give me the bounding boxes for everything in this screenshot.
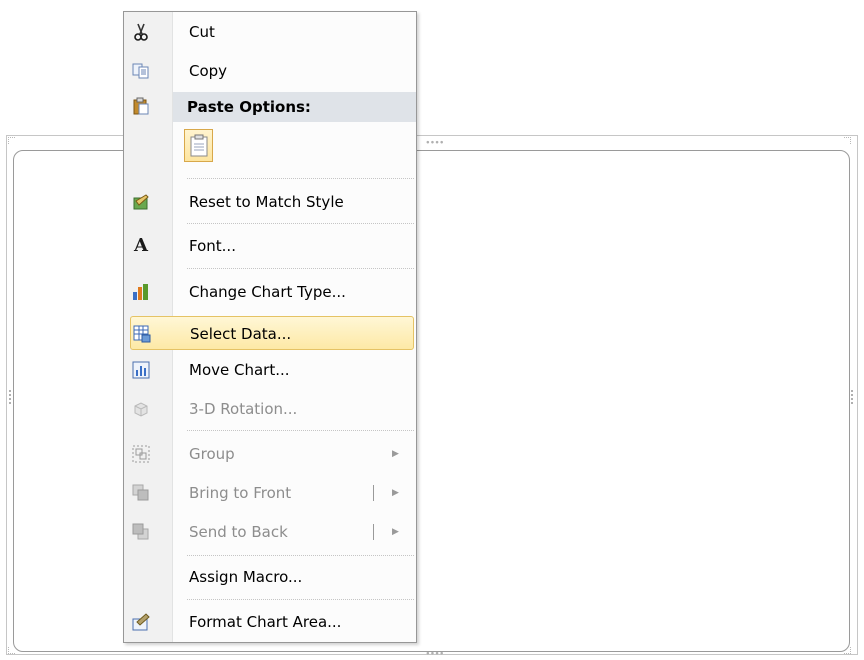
paste-keep-formatting-button[interactable] [184,129,213,162]
menu-separator [187,599,414,600]
group-icon [132,445,150,463]
select-data-icon [133,325,151,343]
submenu-arrow-icon[interactable]: ▶ [392,515,399,549]
resize-handle-top[interactable]: ∙∙∙∙ [425,139,445,148]
menu-item-select-data[interactable]: Select Data... [130,316,414,350]
menu-item-format-chart-area[interactable]: Format Chart Area... [126,605,414,639]
send-to-back-icon [132,523,150,541]
resize-handle-bottom-left[interactable] [8,647,15,654]
menu-separator [187,268,414,269]
scissors-icon [132,23,150,41]
menu-item-cut[interactable]: Cut [126,15,414,49]
menu-separator [187,555,414,556]
chart-type-icon [132,283,150,301]
resize-handle-bottom-right[interactable] [844,647,851,654]
menu-separator [187,430,414,431]
menu-item-assign-macro[interactable]: Assign Macro... [126,560,414,594]
menu-item-send-to-back[interactable]: Send to Back ▶ [126,515,414,549]
resize-handle-left[interactable] [9,390,13,406]
bring-to-front-icon [132,484,150,502]
menu-item-group[interactable]: Group ▶ [126,437,414,471]
resize-handle-right[interactable] [851,390,855,406]
copy-icon [132,62,150,80]
font-icon: A [134,235,148,256]
cube-icon [132,400,150,418]
menu-separator [187,223,414,224]
reset-style-icon [132,193,150,211]
paste-options-header: Paste Options: [173,92,416,122]
submenu-arrow-icon: ▶ [392,449,399,459]
paste-icon [132,97,150,115]
resize-handle-bottom[interactable]: ∙∙∙∙ [425,650,445,659]
clipboard-icon [189,134,209,162]
menu-item-move-chart[interactable]: Move Chart... [126,353,414,387]
context-menu: Cut Copy Paste Options: Reset to Match S… [123,11,417,643]
submenu-arrow-icon[interactable]: ▶ [392,476,399,510]
menu-item-font[interactable]: A Font... [126,229,414,263]
menu-item-copy[interactable]: Copy [126,54,414,88]
split-divider [373,524,374,540]
menu-separator [187,178,414,179]
format-chart-area-icon [132,613,150,631]
resize-handle-top-right[interactable] [844,137,851,144]
move-chart-icon [132,361,150,379]
resize-handle-top-left[interactable] [8,137,15,144]
menu-item-reset-to-match-style[interactable]: Reset to Match Style [126,185,414,219]
menu-item-change-chart-type[interactable]: Change Chart Type... [126,275,414,309]
menu-item-bring-to-front[interactable]: Bring to Front ▶ [126,476,414,510]
split-divider [373,485,374,501]
menu-item-3d-rotation[interactable]: 3-D Rotation... [126,392,414,426]
